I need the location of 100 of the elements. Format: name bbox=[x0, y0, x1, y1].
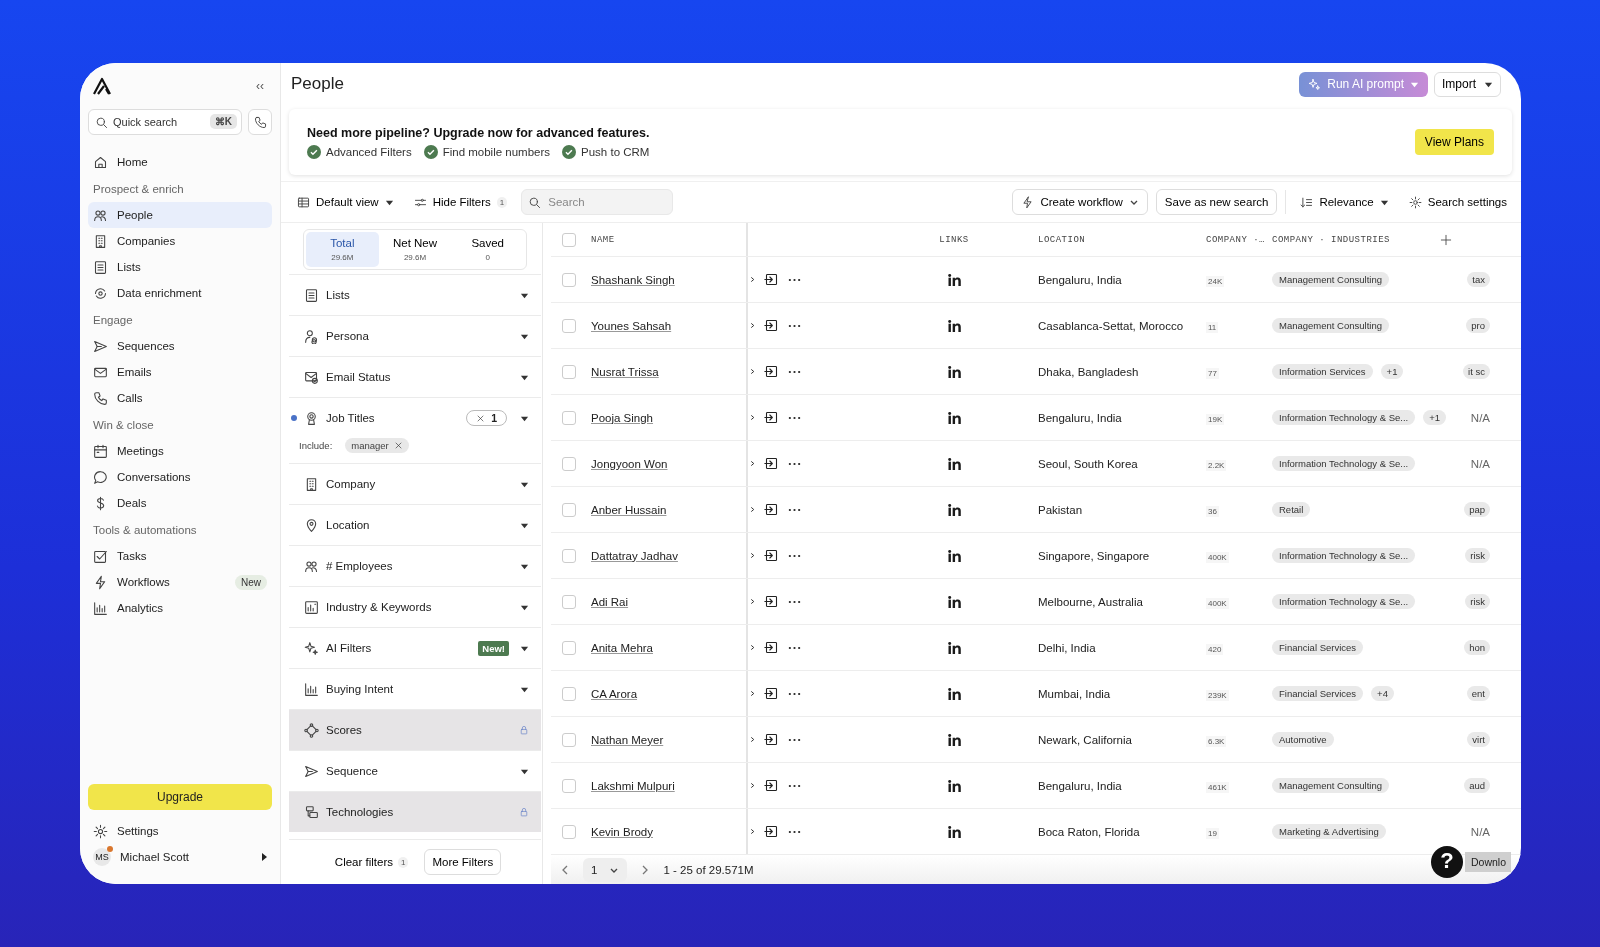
nav-item[interactable]: Tasks bbox=[88, 543, 272, 569]
enrich-icon[interactable] bbox=[764, 686, 779, 701]
filter-row[interactable]: # Employees bbox=[289, 546, 541, 586]
enrich-icon[interactable] bbox=[764, 410, 779, 425]
tab[interactable]: Total 29.6M bbox=[306, 232, 379, 267]
previous-page-button[interactable] bbox=[561, 864, 569, 875]
hide-filters-button[interactable]: Hide Filters 1 bbox=[407, 189, 514, 215]
nav-item[interactable]: Calls bbox=[88, 385, 272, 411]
linkedin-icon[interactable] bbox=[947, 825, 961, 838]
filter-row[interactable]: Job Titles 1 bbox=[289, 398, 541, 438]
person-name-link[interactable]: Anber Hussain bbox=[591, 503, 667, 516]
more-options-icon[interactable] bbox=[788, 737, 801, 742]
person-name-link[interactable]: Pooja Singh bbox=[591, 411, 654, 424]
linkedin-icon[interactable] bbox=[947, 549, 961, 562]
filter-row[interactable]: Company bbox=[289, 464, 541, 504]
more-options-icon[interactable] bbox=[788, 599, 801, 604]
checkbox[interactable] bbox=[562, 548, 576, 563]
enrich-icon[interactable] bbox=[764, 272, 779, 287]
enrich-icon[interactable] bbox=[764, 594, 779, 609]
more-options-icon[interactable] bbox=[788, 369, 801, 374]
logo-icon[interactable] bbox=[93, 77, 113, 95]
linkedin-icon[interactable] bbox=[947, 411, 961, 424]
linkedin-icon[interactable] bbox=[947, 365, 961, 378]
filter-row[interactable]: Industry & Keywords bbox=[289, 587, 541, 627]
enrich-icon[interactable] bbox=[764, 732, 779, 747]
person-name-link[interactable]: Dattatray Jadhav bbox=[591, 549, 678, 562]
more-options-icon[interactable] bbox=[788, 461, 801, 466]
next-page-button[interactable] bbox=[641, 864, 650, 875]
linkedin-icon[interactable] bbox=[947, 503, 961, 516]
checkbox[interactable] bbox=[562, 272, 576, 287]
tab[interactable]: Saved 0 bbox=[451, 232, 524, 267]
enrich-icon[interactable] bbox=[764, 824, 779, 839]
linkedin-icon[interactable] bbox=[947, 457, 961, 470]
nav-item[interactable]: Lists bbox=[88, 254, 272, 280]
search-settings-button[interactable]: Search settings bbox=[1402, 189, 1513, 215]
clear-filters-button[interactable]: Clear filters 1 bbox=[328, 855, 415, 869]
more-options-icon[interactable] bbox=[788, 323, 801, 328]
search-field[interactable]: Search bbox=[521, 189, 674, 215]
person-name-link[interactable]: CA Arora bbox=[591, 687, 638, 700]
checkbox[interactable] bbox=[562, 502, 576, 517]
checkbox[interactable] bbox=[562, 410, 576, 425]
more-options-icon[interactable] bbox=[788, 829, 801, 834]
checkbox[interactable] bbox=[562, 318, 576, 333]
help-button[interactable]: ? bbox=[1431, 846, 1463, 878]
more-options-icon[interactable] bbox=[788, 415, 801, 420]
checkbox[interactable] bbox=[562, 640, 576, 655]
person-name-link[interactable]: Nathan Meyer bbox=[591, 733, 664, 746]
filter-row[interactable]: Location bbox=[289, 505, 541, 545]
filter-row[interactable]: Technologies bbox=[289, 792, 541, 832]
nav-item[interactable]: Workflows New bbox=[88, 569, 272, 595]
person-name-link[interactable]: Anita Mehra bbox=[591, 641, 653, 654]
enrich-icon[interactable] bbox=[764, 548, 779, 563]
enrich-icon[interactable] bbox=[764, 364, 779, 379]
person-name-link[interactable]: Kevin Brody bbox=[591, 825, 653, 838]
view-plans-button[interactable]: View Plans bbox=[1414, 129, 1494, 155]
sort-dropdown[interactable]: Relevance bbox=[1294, 189, 1395, 215]
enrich-icon[interactable] bbox=[764, 318, 779, 333]
import-button[interactable]: Import bbox=[1434, 71, 1501, 97]
linkedin-icon[interactable] bbox=[947, 319, 961, 332]
filter-row[interactable]: Scores bbox=[289, 710, 541, 750]
person-name-link[interactable]: Shashank Singh bbox=[591, 273, 675, 286]
more-count-tag[interactable]: +4 bbox=[1371, 686, 1394, 701]
upgrade-button[interactable]: Upgrade bbox=[88, 784, 272, 810]
linkedin-icon[interactable] bbox=[947, 687, 961, 700]
linkedin-icon[interactable] bbox=[947, 641, 961, 654]
person-name-link[interactable]: Younes Sahsah bbox=[591, 319, 672, 332]
checkbox[interactable] bbox=[562, 778, 576, 793]
more-options-icon[interactable] bbox=[788, 691, 801, 696]
more-options-icon[interactable] bbox=[788, 507, 801, 512]
enrich-icon[interactable] bbox=[764, 640, 779, 655]
page-select[interactable]: 1 bbox=[583, 857, 628, 882]
more-filters-button[interactable]: More Filters bbox=[424, 849, 502, 875]
linkedin-icon[interactable] bbox=[947, 733, 961, 746]
filter-row[interactable]: Persona bbox=[289, 316, 541, 356]
nav-item[interactable]: Sequences bbox=[88, 333, 272, 359]
nav-item[interactable]: People bbox=[88, 202, 272, 228]
person-name-link[interactable]: Adi Rai bbox=[591, 595, 629, 608]
linkedin-icon[interactable] bbox=[947, 273, 961, 286]
more-options-icon[interactable] bbox=[788, 645, 801, 650]
checkbox[interactable] bbox=[562, 824, 576, 839]
checkbox[interactable] bbox=[562, 686, 576, 701]
save-search-button[interactable]: Save as new search bbox=[1155, 189, 1278, 215]
view-dropdown[interactable]: Default view bbox=[291, 189, 400, 215]
linkedin-icon[interactable] bbox=[947, 595, 961, 608]
nav-item[interactable]: Settings bbox=[88, 818, 272, 844]
more-options-icon[interactable] bbox=[788, 553, 801, 558]
filter-row[interactable]: Sequence bbox=[289, 751, 541, 791]
person-name-link[interactable]: Lakshmi Mulpuri bbox=[591, 779, 675, 792]
nav-item[interactable]: Emails bbox=[88, 359, 272, 385]
add-column-icon[interactable] bbox=[1440, 233, 1452, 246]
person-name-link[interactable]: Nusrat Trissa bbox=[591, 365, 659, 378]
filter-row[interactable]: AI Filters New! bbox=[289, 628, 541, 668]
checkbox[interactable] bbox=[562, 456, 576, 471]
nav-item[interactable]: Conversations bbox=[88, 464, 272, 490]
enrich-icon[interactable] bbox=[764, 778, 779, 793]
enrich-icon[interactable] bbox=[764, 456, 779, 471]
filter-value-chip[interactable]: manager bbox=[345, 438, 409, 453]
nav-item[interactable]: Data enrichment bbox=[88, 280, 272, 306]
collapse-button[interactable]: ‹‹ bbox=[252, 79, 268, 93]
checkbox[interactable] bbox=[562, 232, 576, 247]
